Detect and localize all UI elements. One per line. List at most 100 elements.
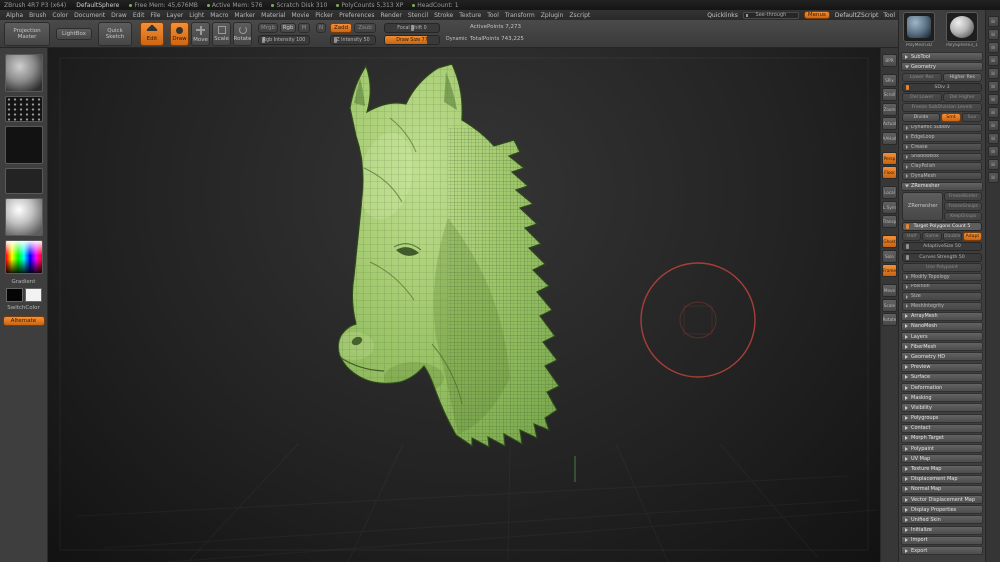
half-button[interactable]: Half (902, 232, 921, 241)
current-tool-thumbnail[interactable] (903, 12, 935, 42)
curves-strength-slider[interactable]: Curves Strength 50 (902, 253, 982, 262)
tool-palette-section-header[interactable]: Initialize (901, 526, 983, 535)
zremesher-subsection-header[interactable]: Position (902, 283, 982, 292)
adaptive-size-slider[interactable]: AdaptiveSize 50 (902, 242, 982, 251)
menu-item[interactable]: Transform (502, 12, 538, 19)
geometry-subsection-header[interactable]: ClayPolish (902, 162, 982, 171)
shelf-toggle-icon[interactable]: Rotate (882, 313, 897, 326)
geometry-subsection-header[interactable]: EdgeLoop (902, 133, 982, 142)
double-button[interactable]: Double (943, 232, 962, 241)
menu-item[interactable]: Draw (108, 12, 130, 19)
menu-item[interactable]: Edit (130, 12, 148, 19)
current-brush-thumbnail[interactable] (5, 54, 43, 92)
stroke-thumbnail[interactable] (5, 96, 43, 122)
shelf-toggle-icon[interactable]: Transp (882, 215, 897, 228)
menu-item[interactable]: Stencil (405, 12, 431, 19)
menu-item[interactable]: Alpha (3, 12, 26, 19)
geometry-subsection-header[interactable]: DynaMesh (902, 172, 982, 181)
shelf-toggle-icon[interactable]: L.Sym (882, 201, 897, 214)
shelf-toggle-icon[interactable]: Zoom (882, 103, 897, 116)
dock-palette-icon[interactable]: ≡ (988, 146, 999, 157)
adapt-toggle[interactable]: Adapt (963, 232, 982, 241)
zremesher-subsection-header[interactable]: MeshIntegrity (902, 302, 982, 311)
rgb-intensity-slider[interactable]: Rgb Intensity 100 (258, 35, 310, 45)
subtool-section-header[interactable]: SubTool (901, 52, 983, 61)
geometry-subsection-header[interactable]: Crease (902, 143, 982, 152)
rotate-mode-button[interactable]: Rotate (233, 22, 252, 46)
tool-palette-section-header[interactable]: Texture Map (901, 465, 983, 474)
geometry-subsection-header[interactable]: Dynamic Subdiv (902, 124, 982, 133)
quick-sketch-button[interactable]: Quick Sketch (98, 22, 132, 46)
use-polypaint-toggle[interactable]: Use Polypaint (902, 263, 982, 272)
shelf-toggle-icon[interactable]: Persp (882, 152, 897, 165)
target-polygons-count-slider[interactable]: Target Polygons Count 5 (902, 222, 982, 231)
menu-item[interactable]: Picker (312, 12, 336, 19)
menu-item[interactable]: Light (186, 12, 207, 19)
menu-item[interactable]: Color (49, 12, 71, 19)
lightbox-button[interactable]: LightBox (56, 28, 92, 40)
zsub-toggle[interactable]: Zsub (354, 23, 376, 33)
m-toggle[interactable]: M (298, 23, 310, 33)
gradient-label[interactable]: Gradient (12, 279, 36, 285)
tool-palette-section-header[interactable]: Polypaint (901, 444, 983, 453)
tool-palette-section-header[interactable]: Visibility (901, 403, 983, 412)
divide-button[interactable]: Divide (902, 113, 940, 122)
tool-palette-section-header[interactable]: Layers (901, 332, 983, 341)
dock-palette-icon[interactable]: ≡ (988, 81, 999, 92)
document-canvas[interactable] (48, 48, 880, 562)
shelf-toggle-icon[interactable]: BPR (882, 54, 897, 67)
tool-palette-section-header[interactable]: Deformation (901, 383, 983, 392)
del-lower-button[interactable]: Del Lower (902, 93, 942, 102)
draw-mode-button[interactable]: Draw (170, 22, 189, 46)
dock-palette-icon[interactable]: ≡ (988, 172, 999, 183)
dock-palette-icon[interactable]: ≡ (988, 133, 999, 144)
shelf-toggle-icon[interactable]: Scale (882, 299, 897, 312)
dock-palette-icon[interactable]: ≡ (988, 42, 999, 53)
menus-toggle-button[interactable]: Menus (804, 11, 830, 19)
rgb-toggle[interactable]: Rgb (280, 23, 296, 33)
draw-size-slider[interactable]: Draw Size 77 (384, 35, 440, 45)
shelf-toggle-icon[interactable]: Floor (882, 166, 897, 179)
shelf-toggle-icon[interactable]: Actual (882, 117, 897, 130)
tool-palette-section-header[interactable]: Polygroups (901, 414, 983, 423)
zadd-toggle[interactable]: Zadd (330, 23, 352, 33)
tool-palette-section-header[interactable]: Contact (901, 424, 983, 433)
tool-palette-section-header[interactable]: NanoMesh (901, 322, 983, 331)
sdiv-slider[interactable]: SDiv 3 (902, 83, 982, 92)
freeze-groups-toggle[interactable]: FreezeGroups (944, 202, 982, 211)
same-button[interactable]: Same (922, 232, 941, 241)
scale-mode-button[interactable]: Scale (212, 22, 231, 46)
see-through-slider[interactable]: See-through (743, 12, 799, 19)
geometry-subsection-header[interactable]: ShadowBox (902, 153, 982, 162)
shelf-toggle-icon[interactable]: Ghost (882, 235, 897, 248)
alpha-thumbnail[interactable] (5, 126, 43, 164)
zremesher-section-header[interactable]: ZRemesher (901, 182, 983, 191)
quicklinks-button[interactable]: Quicklinks (707, 12, 738, 19)
dock-palette-icon[interactable]: ≡ (988, 68, 999, 79)
tool-palette-section-header[interactable]: Normal Map (901, 485, 983, 494)
menu-item[interactable]: Preferences (336, 12, 377, 19)
menu-item[interactable]: Brush (26, 12, 49, 19)
tool-palette-section-header[interactable]: FiberMesh (901, 342, 983, 351)
tool-tray-button[interactable]: Tool (883, 12, 895, 19)
tool-palette-section-header[interactable]: Geometry HD (901, 352, 983, 361)
shelf-toggle-icon[interactable]: AAHalf (882, 132, 897, 145)
quickpick-tool-thumbnail[interactable] (946, 12, 978, 42)
projection-master-button[interactable]: Projection Master (4, 22, 50, 46)
menu-item[interactable]: Material (258, 12, 288, 19)
zremesher-button[interactable]: ZRemesher (902, 192, 943, 221)
tool-palette-section-header[interactable]: Masking (901, 393, 983, 402)
menu-item[interactable]: Layer (164, 12, 187, 19)
freeze-border-toggle[interactable]: FreezeBorder (944, 192, 982, 201)
menu-item[interactable]: Zplugin (538, 12, 567, 19)
z-intensity-slider[interactable]: Z Intensity 50 (330, 35, 376, 45)
menu-item[interactable]: File (147, 12, 163, 19)
dynamic-toggle[interactable]: Dynamic (446, 37, 467, 42)
tool-palette-section-header[interactable]: Morph Target (901, 434, 983, 443)
tool-palette-section-header[interactable]: UV Map (901, 454, 983, 463)
edit-mode-button[interactable]: Edit (140, 22, 164, 46)
menu-item[interactable]: Movie (289, 12, 313, 19)
shelf-toggle-icon[interactable]: SPix (882, 74, 897, 87)
higher-res-button[interactable]: Higher Res (943, 73, 983, 82)
tool-palette-section-header[interactable]: Import (901, 536, 983, 545)
